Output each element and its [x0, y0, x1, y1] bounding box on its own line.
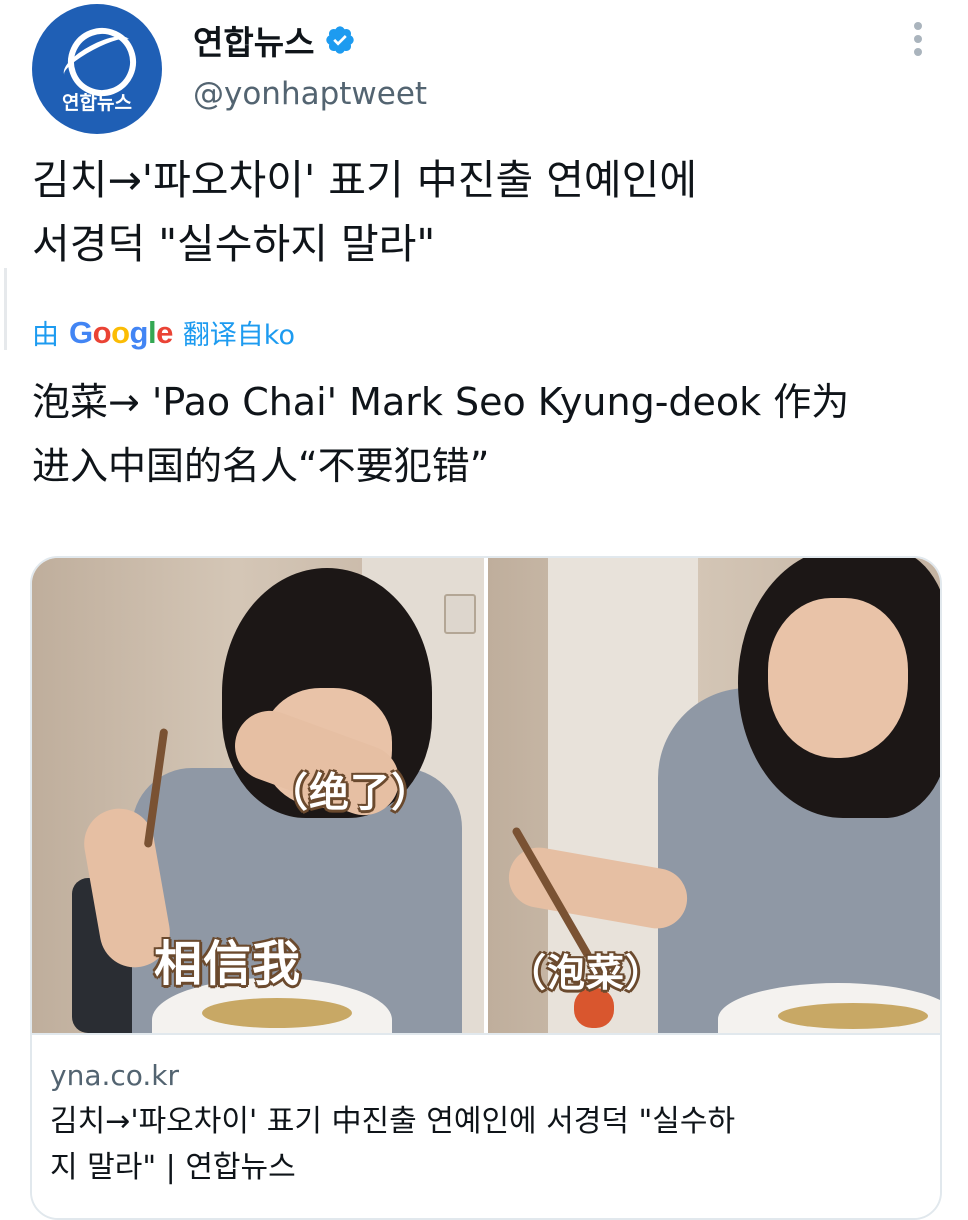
name-row: 연합뉴스	[193, 16, 356, 64]
handle[interactable]: @yonhaptweet	[193, 76, 427, 112]
tweet-text-korean: 김치→'파오차이' 표기 中진출 연예인에 서경덕 "실수하지 말라"	[32, 148, 942, 276]
more-options-icon[interactable]	[905, 22, 931, 62]
translation-attribution[interactable]: 由 Google 翻译自ko	[32, 313, 295, 352]
card-image[interactable]: （绝了） 相信我 （泡菜）	[32, 558, 940, 1033]
tweet: 연합뉴스 연합뉴스 @yonhaptweet 김치→'파오차이' 표기 中진출 …	[0, 0, 968, 1220]
caption-left-top: （绝了）	[268, 770, 432, 816]
display-name[interactable]: 연합뉴스	[193, 16, 314, 64]
avatar-label: 연합뉴스	[62, 92, 132, 114]
card-meta[interactable]: yna.co.kr 김치→'파오차이' 표기 中진출 연예인에 서경덕 "실수하…	[32, 1033, 940, 1218]
translated-line: 泡菜→ 'Pao Chai' Mark Seo Kyung-deok 作为	[32, 380, 850, 424]
light-switch	[444, 594, 476, 634]
translate-suffix: 翻译自ko	[182, 320, 296, 351]
google-logo: Google	[69, 314, 173, 350]
scroll-edge	[4, 268, 7, 350]
card-title-line: 김치→'파오차이' 표기 中진출 연예인에 서경덕 "실수하	[50, 1104, 736, 1139]
tweet-text-line: 김치→'파오차이' 표기 中진출 연예인에	[32, 156, 698, 204]
link-card[interactable]: （绝了） 相信我 （泡菜） yna.co.kr 김치→'파오차이' 표기 中진출…	[30, 556, 942, 1220]
image-panel-left: （绝了） 相信我	[32, 558, 484, 1033]
card-domain: yna.co.kr	[50, 1059, 180, 1092]
caption-right-bottom: （泡菜）	[508, 951, 665, 995]
caption-left-bottom: 相信我	[154, 936, 302, 992]
avatar[interactable]: 연합뉴스	[32, 4, 162, 134]
translated-line: 进入中国的名人“不要犯错”	[32, 444, 490, 488]
card-title: 김치→'파오차이' 표기 中진출 연예인에 서경덕 "실수하 지 말라" | 연…	[50, 1099, 910, 1191]
translate-prefix: 由	[32, 320, 59, 351]
image-panel-right: （泡菜）	[488, 558, 940, 1033]
verified-badge-icon	[326, 26, 355, 54]
tweet-text-line: 서경덕 "실수하지 말라"	[32, 220, 436, 268]
card-title-line: 지 말라" | 연합뉴스	[50, 1150, 296, 1185]
tweet-text-translated: 泡菜→ 'Pao Chai' Mark Seo Kyung-deok 作为 进入…	[32, 370, 942, 498]
